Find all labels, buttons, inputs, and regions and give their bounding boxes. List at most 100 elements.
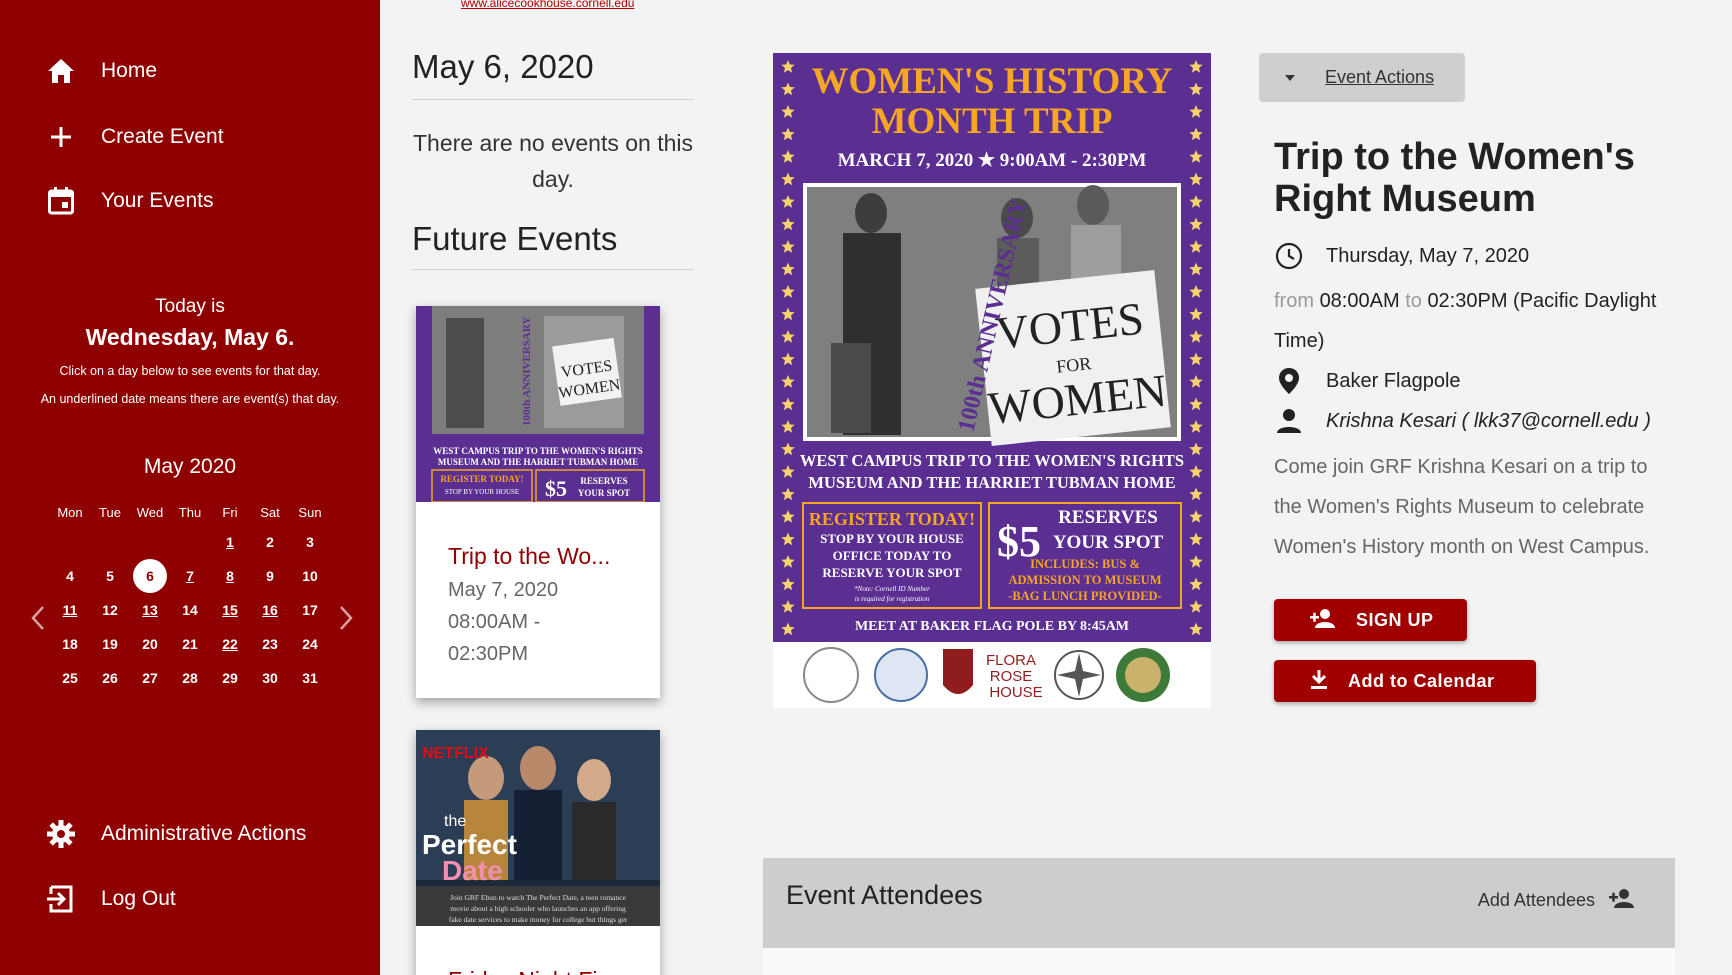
calendar-day-number: 19 [102, 636, 118, 652]
calendar-day-number: 22 [222, 636, 238, 652]
nav-create-event-label: Create Event [101, 125, 224, 148]
event-card-time-start: 08:00AM - [448, 611, 541, 633]
event-card-date: May 7, 2020 [448, 579, 559, 601]
calendar-day[interactable]: 13 [130, 602, 170, 618]
event-title: Trip to the Women's Right Museum [1274, 136, 1635, 220]
card-poster-campus1: WEST CAMPUS TRIP TO THE WOMEN'S RIGHTS [433, 446, 643, 456]
calendar-day-number: 28 [182, 670, 198, 686]
nav-home[interactable]: Home [46, 56, 157, 86]
calendar-day-number: 5 [106, 568, 114, 584]
calendar-day[interactable]: 27 [130, 670, 170, 686]
calendar-day[interactable]: 6 [130, 559, 170, 593]
calendar-day-number: 16 [262, 602, 278, 618]
calendar-day[interactable]: 20 [130, 636, 170, 652]
divider [412, 269, 694, 270]
card-poster-register: REGISTER TODAY! [440, 474, 523, 484]
calendar-day[interactable]: 15 [210, 602, 250, 618]
event-card[interactable]: VOTES WOMEN 100th ANNIVERSARY WEST CAMPU… [416, 306, 660, 698]
nav-your-events[interactable]: Your Events [46, 186, 213, 216]
calendar-day[interactable]: 30 [250, 670, 290, 686]
calendar-day[interactable]: 4 [50, 568, 90, 584]
nav-log-out[interactable]: Log Out [46, 884, 176, 914]
calendar-day[interactable]: 24 [290, 636, 330, 652]
calendar-month-title: May 2020 [143, 455, 237, 478]
clock-icon [1274, 241, 1304, 271]
plus-icon [46, 122, 76, 152]
add-to-calendar-label: Add to Calendar [1348, 670, 1495, 691]
calendar-day[interactable]: 25 [50, 670, 90, 686]
chevron-right-icon [340, 606, 353, 630]
gear-icon [46, 819, 76, 849]
add-to-calendar-button[interactable]: Add to Calendar [1274, 660, 1536, 702]
movie-title-the: the [444, 813, 466, 830]
calendar-day-number: 25 [62, 670, 78, 686]
poster-stop-3: RESERVE YOUR SPOT [822, 565, 962, 580]
calendar-day[interactable]: 7 [170, 568, 210, 584]
poster-flora-2: ROSE [990, 668, 1033, 685]
download-icon [1310, 669, 1328, 694]
poster-date-line: MARCH 7, 2020 ★ 9:00AM - 2:30PM [838, 150, 1147, 171]
today-date: Wednesday, May 6. [85, 324, 295, 350]
calendar-day[interactable]: 14 [170, 602, 210, 618]
event-card-title[interactable]: Friday Night Fi... [448, 967, 628, 975]
calendar-day[interactable]: 9 [250, 568, 290, 584]
add-person-icon [1310, 608, 1336, 633]
calendar-day-number: 9 [266, 568, 274, 584]
nav-create-event[interactable]: Create Event [46, 122, 224, 152]
poster-stop-1: STOP BY YOUR HOUSE [820, 531, 964, 546]
calendar-prev-button[interactable] [28, 604, 48, 632]
calendar-day[interactable]: 18 [50, 636, 90, 652]
calendar-day[interactable]: 26 [90, 670, 130, 686]
poster-stop-2: OFFICE TODAY TO [833, 548, 952, 563]
event-card[interactable]: NETFLIX the Perfect Date Join GRF Ebun t… [416, 730, 660, 975]
calendar-weekday: Sat [260, 504, 280, 520]
calendar-day[interactable]: 17 [290, 602, 330, 618]
calendar-day[interactable]: 5 [90, 568, 130, 584]
calendar-weekday-row: Mon Tue Wed Thu Fri Sat Sun [50, 499, 330, 525]
house-website-link[interactable]: www.alicecookhouse.cornell.edu [461, 0, 634, 10]
calendar-day[interactable]: 23 [250, 636, 290, 652]
today-info: Today is Wednesday, May 6. Click on a da… [0, 296, 380, 406]
future-events-heading: Future Events [412, 220, 618, 257]
calendar-day[interactable]: 21 [170, 636, 210, 652]
calendar-day[interactable]: 10 [290, 568, 330, 584]
calendar-day[interactable]: 1 [210, 534, 250, 550]
calendar-day-number: 4 [66, 568, 74, 584]
calendar-day[interactable]: 31 [290, 670, 330, 686]
calendar-week-row: 11 12 13 14 15 16 17 [50, 593, 330, 627]
person-icon [1274, 406, 1304, 436]
calendar-week-row: 1 2 3 [50, 525, 330, 559]
movie-blurb-1: Join GRF Ebun to watch The Perfect Date,… [450, 893, 627, 902]
nav-admin-actions[interactable]: Administrative Actions [46, 819, 306, 849]
calendar-day[interactable]: 29 [210, 670, 250, 686]
calendar-day-number: 24 [302, 636, 318, 652]
add-attendees-label: Add Attendees [1477, 890, 1595, 910]
poster-includes-3: -BAG LUNCH PROVIDED- [1008, 589, 1161, 603]
calendar-day[interactable]: 22 [210, 636, 250, 652]
calendar-day[interactable]: 11 [50, 602, 90, 618]
event-date-row: Thursday, May 7, 2020 [1274, 241, 1529, 271]
calendar-day[interactable]: 8 [210, 568, 250, 584]
add-attendees-button[interactable]: Add Attendees [1478, 888, 1635, 913]
calendar-day[interactable]: 19 [90, 636, 130, 652]
calendar-day[interactable]: 28 [170, 670, 210, 686]
calendar-next-button[interactable] [336, 604, 356, 632]
poster-campus-line1: WEST CAMPUS TRIP TO THE WOMEN'S RIGHTS [800, 451, 1184, 470]
calendar-day-number: 10 [302, 568, 318, 584]
poster-includes-2: ADMISSION TO MUSEUM [1008, 573, 1161, 587]
poster-note-1: *Note: Cornell ID Number [854, 585, 930, 593]
sign-up-button[interactable]: SIGN UP [1274, 599, 1467, 641]
mini-calendar: Mon Tue Wed Thu Fri Sat Sun 1 2 3 4 5 6 7 8 9 10 11 12 13 14… [50, 499, 330, 695]
movie-title-date: Date [442, 855, 503, 886]
card-poster-spot: YOUR SPOT [578, 488, 630, 498]
event-actions-dropdown[interactable]: Event Actions [1259, 53, 1465, 102]
calendar-week-row: 4 5 6 7 8 9 10 [50, 559, 330, 593]
selected-date-heading: May 6, 2020 [412, 48, 594, 85]
calendar-day[interactable]: 16 [250, 602, 290, 618]
calendar-day-number: 12 [102, 602, 118, 618]
poster-meet: MEET AT BAKER FLAG POLE BY 8:45AM [855, 619, 1129, 634]
event-card-title[interactable]: Trip to the Wo... [448, 543, 628, 570]
calendar-day[interactable]: 2 [250, 534, 290, 550]
calendar-day[interactable]: 12 [90, 602, 130, 618]
calendar-day[interactable]: 3 [290, 534, 330, 550]
